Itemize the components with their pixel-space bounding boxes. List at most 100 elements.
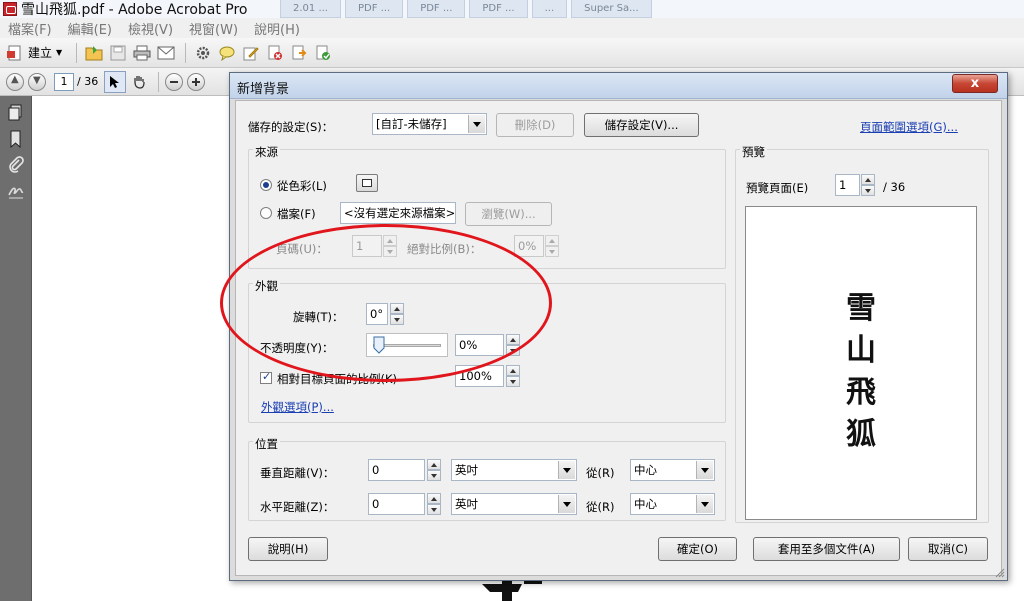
horizontal-distance-input[interactable]: 0 <box>368 493 425 515</box>
spin-down-icon[interactable] <box>545 246 559 257</box>
save-button[interactable] <box>107 42 129 64</box>
horizontal-from-dropdown[interactable]: 中心 <box>630 493 715 515</box>
vertical-unit-dropdown[interactable]: 英吋 <box>451 459 577 481</box>
horizontal-distance-label: 水平距離(Z)： <box>260 500 335 514</box>
resize-grip-icon[interactable] <box>995 568 1005 578</box>
opacity-input[interactable]: 0% <box>455 334 504 356</box>
sign-button[interactable] <box>240 42 262 64</box>
share-button[interactable] <box>288 42 310 64</box>
spin-down-icon[interactable] <box>427 504 441 515</box>
save-settings-button[interactable]: 儲存設定(V)... <box>584 113 699 137</box>
vertical-from-dropdown[interactable]: 中心 <box>630 459 715 481</box>
help-button[interactable]: 說明(H) <box>248 537 328 561</box>
bookmarks-panel-button[interactable] <box>7 130 25 149</box>
print-button[interactable] <box>131 42 153 64</box>
spin-down-icon[interactable] <box>506 376 520 387</box>
vertical-distance-spinner[interactable] <box>427 459 441 481</box>
menu-help[interactable]: 說明(H) <box>246 19 308 38</box>
toolbar-separator <box>76 42 78 63</box>
rotation-spinner[interactable] <box>390 303 404 325</box>
bookmark-icon <box>10 130 20 149</box>
dialog-title-bar[interactable]: 新增背景 x <box>230 73 1007 99</box>
menu-edit[interactable]: 編輯(E) <box>60 19 120 38</box>
source-file-field[interactable]: <沒有選定來源檔案> <box>340 202 456 224</box>
page-number-input[interactable]: 1 <box>352 235 382 257</box>
next-page-button[interactable]: ▼ <box>28 72 46 91</box>
pages-panel-button[interactable] <box>7 104 25 122</box>
absolute-scale-spinner[interactable] <box>545 235 559 257</box>
background-tab[interactable]: ... <box>531 0 568 18</box>
spin-up-icon[interactable] <box>506 365 520 376</box>
spin-down-icon[interactable] <box>427 470 441 481</box>
attachments-panel-button[interactable] <box>7 156 25 174</box>
page-number-input[interactable]: 1 <box>54 72 74 91</box>
background-tab[interactable]: Super Sa... <box>571 0 652 18</box>
previous-page-button[interactable]: ▲ <box>6 72 24 91</box>
menu-view[interactable]: 檢視(V) <box>120 19 181 38</box>
signatures-panel-button[interactable] <box>7 182 25 200</box>
dialog-close-button[interactable]: x <box>952 74 998 93</box>
slider-thumb[interactable] <box>373 336 385 354</box>
spin-up-icon[interactable] <box>383 235 397 246</box>
review-button[interactable] <box>312 42 334 64</box>
relative-scale-input[interactable]: 100% <box>455 365 504 387</box>
menu-window[interactable]: 視窗(W) <box>181 19 246 38</box>
delete-settings-button[interactable]: 刪除(D) <box>496 113 574 137</box>
relative-scale-spinner[interactable] <box>506 365 520 387</box>
page-range-options-link[interactable]: 頁面範圍選項(G)... <box>860 119 958 135</box>
hand-tool-button[interactable] <box>128 71 150 93</box>
open-folder-button[interactable] <box>83 42 105 64</box>
zoom-out-button[interactable] <box>165 72 184 91</box>
absolute-scale-input[interactable]: 0% <box>514 235 544 257</box>
preview-page: 雪 山 飛 狐 <box>745 206 977 520</box>
comment-button[interactable] <box>216 42 238 64</box>
cancel-button[interactable]: 取消(C) <box>908 537 988 561</box>
opacity-slider[interactable] <box>366 333 448 357</box>
vertical-distance-input[interactable]: 0 <box>368 459 425 481</box>
relative-scale-checkbox[interactable] <box>260 370 272 384</box>
file-radio[interactable] <box>260 207 272 219</box>
create-button[interactable]: 建立 ▼ <box>6 44 62 62</box>
email-button[interactable] <box>155 42 177 64</box>
chevron-down-icon <box>696 495 713 513</box>
ok-button[interactable]: 確定(O) <box>658 537 737 561</box>
saved-settings-label: 儲存的設定(S)： <box>248 120 334 134</box>
spin-down-icon[interactable] <box>390 314 404 325</box>
page-total: / 36 <box>77 75 99 88</box>
preview-page-input[interactable]: 1 <box>835 174 860 196</box>
spin-down-icon[interactable] <box>861 185 875 196</box>
appearance-options-link[interactable]: 外觀選項(P)... <box>261 399 334 415</box>
app-title: 雪山飛狐.pdf - Adobe Acrobat Pro <box>21 2 248 18</box>
minus-icon <box>170 80 179 83</box>
rotation-input[interactable]: 0° <box>366 303 388 325</box>
settings-button[interactable] <box>192 42 214 64</box>
saved-settings-dropdown[interactable]: [自訂-未儲存] <box>372 113 487 135</box>
spin-up-icon[interactable] <box>545 235 559 246</box>
spin-down-icon[interactable] <box>506 345 520 356</box>
zoom-in-button[interactable] <box>187 72 206 91</box>
page-number-spinner[interactable] <box>383 235 397 257</box>
background-tab[interactable]: PDF ... <box>469 0 528 18</box>
background-tab[interactable]: 2.01 ... <box>280 0 341 18</box>
spin-up-icon[interactable] <box>861 174 875 185</box>
browse-button[interactable]: 瀏覽(W)... <box>465 202 552 226</box>
apply-to-multiple-button[interactable]: 套用至多個文件(A) <box>753 537 900 561</box>
select-tool-button[interactable] <box>104 70 127 93</box>
secure-button[interactable] <box>264 42 286 64</box>
dialog-body: 儲存的設定(S)： [自訂-未儲存] 刪除(D) 儲存設定(V)... 頁面範圍… <box>235 100 1002 576</box>
from-color-radio[interactable] <box>260 179 272 191</box>
spin-down-icon[interactable] <box>383 246 397 257</box>
menu-file[interactable]: 檔案(F) <box>0 19 60 38</box>
spin-up-icon[interactable] <box>427 459 441 470</box>
spin-up-icon[interactable] <box>427 493 441 504</box>
horizontal-distance-spinner[interactable] <box>427 493 441 515</box>
spin-up-icon[interactable] <box>506 334 520 345</box>
horizontal-unit-dropdown[interactable]: 英吋 <box>451 493 577 515</box>
color-swatch-button[interactable] <box>356 174 378 192</box>
spin-up-icon[interactable] <box>390 303 404 314</box>
background-tab[interactable]: PDF ... <box>344 0 404 18</box>
preview-page-spinner[interactable] <box>861 174 875 196</box>
preview-text-char: 飛 <box>846 375 876 410</box>
opacity-spinner[interactable] <box>506 334 520 356</box>
background-tab[interactable]: PDF ... <box>407 0 466 18</box>
